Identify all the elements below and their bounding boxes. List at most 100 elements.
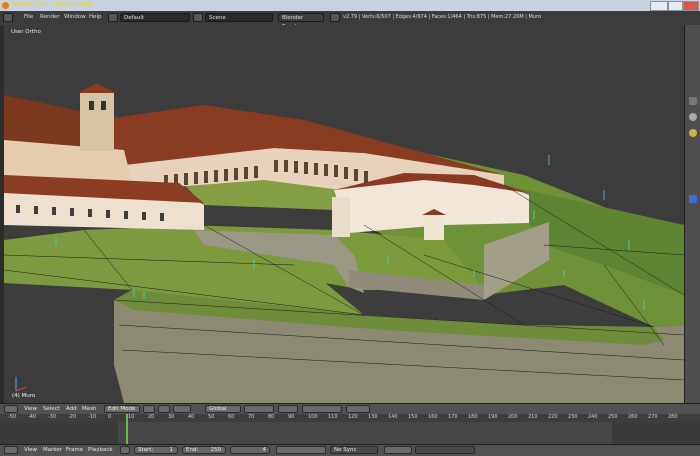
menu-select[interactable]: Select (43, 406, 60, 412)
tick-label: 220 (548, 414, 558, 420)
editor-type-icon[interactable] (3, 13, 13, 22)
keying-icon[interactable] (384, 446, 412, 454)
tick-label: 90 (288, 414, 295, 420)
current-frame-cursor[interactable] (126, 414, 128, 444)
menu-render[interactable]: Render (40, 14, 60, 20)
viewport-shading-icon[interactable] (143, 405, 155, 413)
current-frame-field[interactable]: 4 (230, 446, 270, 454)
tick-label: 230 (568, 414, 578, 420)
menu-add[interactable]: Add (66, 406, 77, 412)
menu-marker[interactable]: Marker (43, 447, 62, 453)
info-header: File Render Window Help Default Scene Bl… (0, 11, 700, 30)
screen-layout-field[interactable]: Default (120, 13, 190, 22)
view-type-label: User Ortho (11, 29, 41, 35)
menu-tl-view[interactable]: View (24, 447, 37, 453)
scene-stats: v2.79 | Verts:6/507 | Edges:4/974 | Face… (343, 14, 542, 20)
tick-label: 250 (608, 414, 618, 420)
tick-label: -10 (88, 414, 97, 420)
menu-window[interactable]: Window (64, 14, 86, 20)
object-data-icon[interactable] (689, 195, 697, 203)
menu-mesh[interactable]: Mesh (82, 406, 96, 412)
tick-label: 180 (468, 414, 478, 420)
manipulator-icon[interactable] (173, 405, 191, 413)
transform-orientation-select[interactable]: Global (205, 405, 241, 413)
tick-label: 150 (408, 414, 418, 420)
tick-label: 190 (488, 414, 498, 420)
mode-select[interactable]: Edit Mode (104, 405, 140, 413)
tick-label: 110 (328, 414, 338, 420)
tick-label: -20 (68, 414, 77, 420)
editor-type-timeline-icon[interactable] (4, 446, 18, 454)
layers-icon[interactable] (244, 405, 274, 413)
pivot-point-icon[interactable] (158, 405, 170, 413)
preview-range-icon[interactable] (120, 446, 130, 454)
maximize-button[interactable] (668, 1, 683, 11)
close-button[interactable] (683, 1, 699, 11)
timeline-header: View Marker Frame Playback Start: 1 End:… (0, 444, 700, 456)
end-label: End: (186, 447, 199, 453)
menu-view[interactable]: View (24, 406, 37, 412)
menu-playback[interactable]: Playback (88, 447, 113, 453)
tick-label: 20 (148, 414, 155, 420)
preroll-range (0, 422, 118, 444)
blender-info-icon (330, 13, 340, 22)
active-object-label: (4) Muro (12, 393, 36, 399)
brush-icon[interactable] (689, 97, 697, 105)
tick-label: 120 (348, 414, 358, 420)
scene-render (4, 83, 684, 403)
tick-label: 280 (668, 414, 678, 420)
proportional-edit-icon[interactable] (302, 405, 342, 413)
tick-label: 270 (648, 414, 658, 420)
select-mode-icon[interactable] (278, 405, 298, 413)
scene-icon[interactable] (193, 13, 203, 22)
timeline-ruler[interactable]: -50 -40 -30 -20 -10 0 10 20 30 40 50 60 … (0, 414, 700, 422)
properties-panel-edge[interactable] (684, 25, 700, 403)
start-value: 1 (169, 447, 174, 453)
tick-label: 140 (388, 414, 398, 420)
tick-label: -30 (48, 414, 57, 420)
tick-label: -50 (8, 414, 17, 420)
tick-label: 130 (368, 414, 378, 420)
tick-label: 0 (108, 414, 112, 420)
tick-label: 100 (308, 414, 318, 420)
tick-label: 10 (128, 414, 135, 420)
minimize-button[interactable] (650, 1, 668, 11)
material-icon[interactable] (689, 113, 697, 121)
tick-label: 200 (508, 414, 518, 420)
end-frame-field[interactable]: End: 250 (182, 446, 226, 454)
render-engine-select[interactable]: Blender Render (278, 13, 324, 30)
tick-label: 80 (268, 414, 275, 420)
keying-set-field[interactable] (415, 446, 475, 454)
tick-label: 260 (628, 414, 638, 420)
scene-field[interactable]: Scene (205, 13, 273, 22)
snap-icon[interactable] (346, 405, 370, 413)
3d-viewport[interactable]: User Ortho (4) Muro (4, 25, 684, 403)
tick-label: -40 (28, 414, 37, 420)
tick-label: 60 (228, 414, 235, 420)
tick-label: 170 (448, 414, 458, 420)
tick-label: 40 (188, 414, 195, 420)
window-title: Blender [D:\...\Muro.blend] (12, 1, 92, 8)
tick-label: 240 (588, 414, 598, 420)
window-titlebar: Blender [D:\...\Muro.blend] (0, 0, 700, 11)
menu-help[interactable]: Help (89, 14, 102, 20)
axis-x-icon (15, 386, 27, 392)
menu-frame[interactable]: Frame (66, 447, 83, 453)
editor-type-3d-icon[interactable] (4, 405, 18, 413)
menu-file[interactable]: File (24, 14, 33, 20)
playback-controls-icon[interactable] (276, 446, 326, 454)
tick-label: 160 (428, 414, 438, 420)
bell-tower (80, 93, 114, 151)
tick-label: 70 (248, 414, 255, 420)
blender-logo-icon (2, 2, 9, 9)
end-value: 250 (210, 447, 222, 453)
start-frame-field[interactable]: Start: 1 (134, 446, 178, 454)
sync-mode-select[interactable]: No Sync (330, 446, 378, 454)
screen-layout-icon[interactable] (108, 13, 118, 22)
sphere-icon[interactable] (689, 129, 697, 137)
tick-label: 210 (528, 414, 538, 420)
tick-label: 50 (208, 414, 215, 420)
start-label: Start: (138, 447, 154, 453)
postroll-range (612, 422, 700, 444)
tick-label: 30 (168, 414, 175, 420)
